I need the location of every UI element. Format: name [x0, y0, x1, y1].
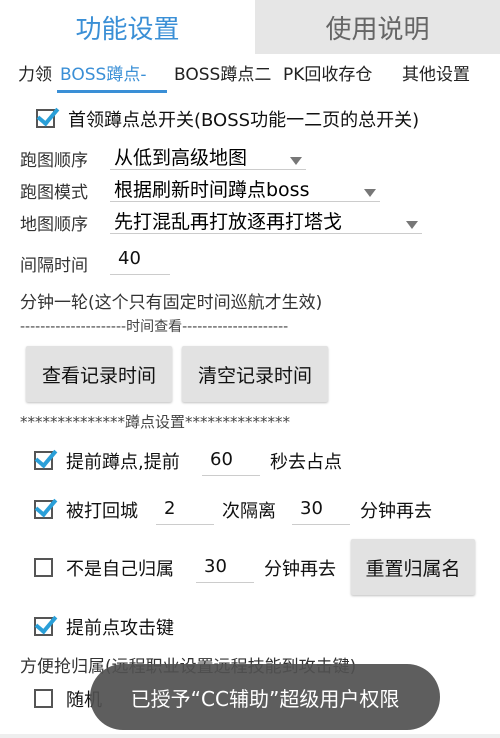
early-camp-checkbox[interactable] — [34, 451, 53, 470]
killed-return-checkbox[interactable] — [34, 500, 53, 519]
subtab-pk-recycle[interactable]: PK回收存仓 — [283, 60, 381, 90]
killed-return-label: 被打回城 — [66, 501, 138, 522]
killed-return-mid: 次隔离 — [222, 501, 276, 522]
early-attack-label: 提前点攻击键 — [66, 618, 174, 639]
tab-function-settings[interactable]: 功能设置 — [0, 0, 255, 54]
not-own-suffix: 分钟再去 — [264, 559, 336, 580]
route-order-value: 从低到高级地图 — [114, 147, 248, 169]
top-tab-bar: 功能设置 使用说明 — [0, 0, 500, 54]
subtab-boss-camp-2[interactable]: BOSS蹲点二 — [174, 60, 274, 90]
early-camp-seconds-value: 60 — [210, 449, 233, 470]
time-divider: ---------------------时间查看---------------… — [20, 319, 289, 335]
route-order-label: 跑图顺序 — [20, 151, 88, 171]
dropdown-arrow-icon — [364, 189, 376, 197]
bottom-divider — [0, 734, 500, 738]
view-record-time-button[interactable]: 查看记录时间 — [26, 346, 172, 402]
tab-usage-instructions[interactable]: 使用说明 — [255, 0, 500, 54]
reset-owner-name-button[interactable]: 重置归属名 — [351, 539, 475, 595]
route-mode-value: 根据刷新时间蹲点boss — [114, 179, 310, 201]
route-mode-label: 跑图模式 — [20, 183, 88, 203]
interval-label: 间隔时间 — [20, 256, 88, 276]
clear-record-time-button[interactable]: 清空记录时间 — [182, 346, 328, 402]
map-order-label: 地图顺序 — [20, 215, 88, 235]
early-attack-checkbox[interactable] — [34, 617, 53, 636]
early-camp-suffix: 秒去占点 — [270, 452, 342, 473]
killed-return-suffix: 分钟再去 — [360, 501, 432, 522]
killed-return-minutes-input[interactable]: 30 — [292, 494, 350, 525]
subtab-leader[interactable]: 力领 — [18, 60, 52, 90]
not-own-checkbox[interactable] — [34, 558, 53, 577]
killed-return-minutes-value: 30 — [300, 498, 323, 519]
not-own-label: 不是自己归属 — [66, 559, 174, 580]
master-switch-checkbox[interactable] — [36, 109, 55, 128]
active-subtab-indicator — [57, 90, 167, 93]
sub-tab-bar: 力领 BOSS蹲点- BOSS蹲点二 PK回收存仓 其他设置 — [0, 58, 500, 94]
map-order-select[interactable]: 先打混乱再打放逐再打塔戈 — [110, 205, 422, 234]
toast-message: 已授予“CC辅助”超级用户权限 — [90, 664, 440, 730]
not-own-minutes-input[interactable]: 30 — [196, 552, 254, 583]
master-switch-label: 首领蹲点总开关(BOSS功能一二页的总开关) — [68, 110, 420, 131]
subtab-boss-camp-1[interactable]: BOSS蹲点- — [60, 60, 146, 90]
route-order-select[interactable]: 从低到高级地图 — [110, 141, 306, 170]
camp-divider: **************蹲点设置************** — [20, 413, 291, 431]
killed-return-count-value: 2 — [164, 498, 176, 519]
killed-return-count-input[interactable]: 2 — [156, 494, 214, 525]
random-checkbox[interactable] — [34, 689, 53, 708]
early-camp-seconds-input[interactable]: 60 — [202, 445, 260, 476]
map-order-value: 先打混乱再打放逐再打塔戈 — [114, 211, 343, 233]
not-own-minutes-value: 30 — [204, 556, 227, 577]
interval-value: 40 — [118, 248, 141, 269]
interval-input[interactable]: 40 — [110, 244, 170, 275]
dropdown-arrow-icon — [406, 221, 418, 229]
route-mode-select[interactable]: 根据刷新时间蹲点boss — [110, 173, 380, 202]
early-camp-label: 提前蹲点,提前 — [66, 452, 180, 473]
dropdown-arrow-icon — [290, 157, 302, 165]
interval-note: 分钟一轮(这个只有固定时间巡航才生效) — [20, 293, 323, 313]
subtab-other-settings[interactable]: 其他设置 — [402, 60, 470, 90]
